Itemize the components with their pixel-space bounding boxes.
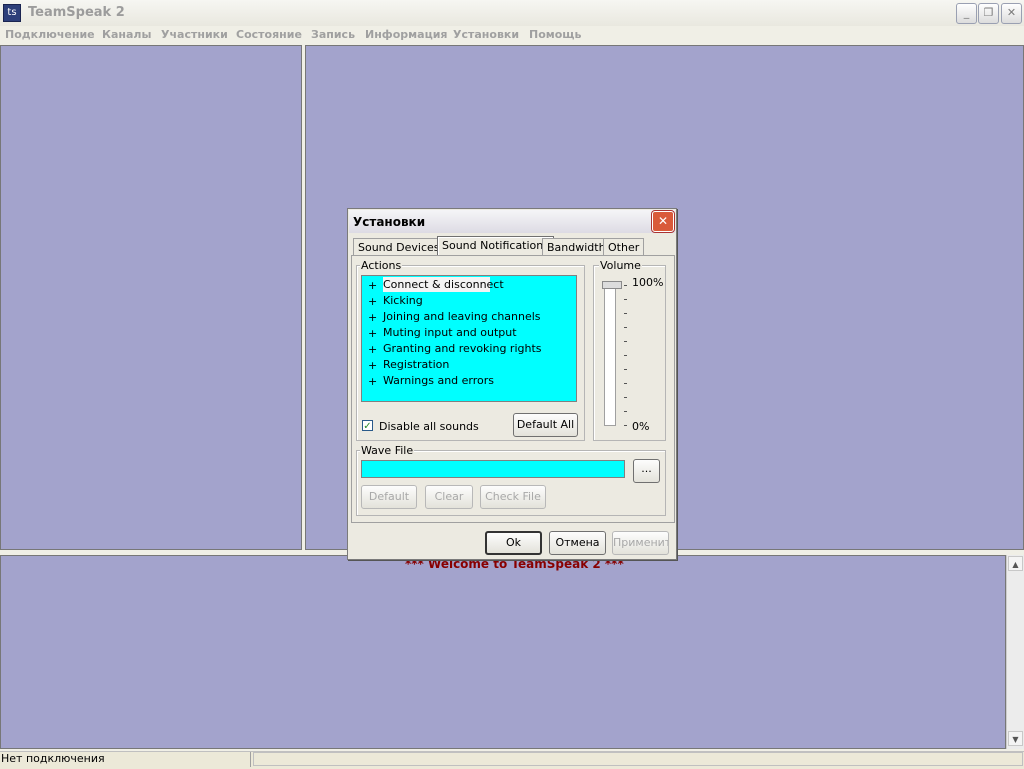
wave-file-label: Wave File — [360, 444, 415, 457]
action-item[interactable]: Granting and revoking rights — [383, 342, 542, 355]
volume-tick — [624, 369, 627, 370]
disable-all-sounds-checkbox[interactable]: ✓ — [362, 420, 373, 432]
chat-scrollbar[interactable]: ▲ ▼ — [1006, 555, 1024, 749]
volume-tick — [624, 299, 627, 300]
menu-participants[interactable]: Участники — [161, 28, 228, 41]
volume-label: Volume — [599, 259, 642, 272]
volume-tick — [624, 341, 627, 342]
volume-slider-track[interactable] — [604, 287, 616, 426]
volume-tick — [624, 355, 627, 356]
action-item[interactable]: Kicking — [383, 294, 423, 307]
tab-bandwidth[interactable]: Bandwidth — [542, 238, 611, 256]
menu-channels[interactable]: Каналы — [102, 28, 151, 41]
volume-tick — [624, 397, 627, 398]
status-divider — [250, 752, 251, 767]
expand-icon[interactable]: + — [368, 375, 377, 388]
menu-information[interactable]: Информация — [365, 28, 448, 41]
cancel-button[interactable]: Отмена — [549, 531, 606, 555]
volume-tick — [624, 411, 627, 412]
wave-file-input[interactable] — [361, 460, 625, 478]
menu-settings[interactable]: Установки — [453, 28, 519, 41]
dialog-close-icon[interactable]: ✕ — [652, 211, 674, 232]
menu-status[interactable]: Состояние — [236, 28, 302, 41]
teamspeak-icon[interactable]: ts — [3, 4, 21, 22]
menu-help[interactable]: Помощь — [529, 28, 581, 41]
volume-min-label: 0% — [632, 420, 650, 433]
channel-tree-pane[interactable] — [0, 45, 302, 550]
ok-button[interactable]: Ok — [485, 531, 542, 555]
volume-max-label: 100% — [632, 276, 664, 289]
volume-slider-thumb[interactable] — [602, 281, 622, 289]
chat-log-pane[interactable] — [0, 555, 1006, 749]
action-item[interactable]: Registration — [383, 358, 449, 371]
menu-connection[interactable]: Подключение — [5, 28, 95, 41]
scroll-up-icon[interactable]: ▲ — [1008, 556, 1023, 571]
close-button[interactable]: ✕ — [1001, 3, 1022, 24]
dialog-title: Установки — [353, 215, 426, 229]
tab-sound-devices[interactable]: Sound Devices — [353, 238, 445, 256]
check-file-button[interactable]: Check File — [480, 485, 546, 509]
expand-icon[interactable]: + — [368, 279, 377, 292]
minimize-button[interactable]: _ — [956, 3, 977, 24]
status-panel — [253, 752, 1023, 766]
browse-button[interactable]: ... — [633, 459, 660, 483]
menu-bar: Подключение Каналы Участники Состояние З… — [0, 26, 1024, 44]
default-button[interactable]: Default — [361, 485, 417, 509]
tab-other[interactable]: Other — [603, 238, 645, 256]
expand-icon[interactable]: + — [368, 311, 377, 324]
volume-tick — [624, 327, 627, 328]
tab-sound-notifications[interactable]: Sound Notifications — [437, 236, 554, 256]
connection-status: Нет подключения — [1, 752, 105, 765]
scroll-down-icon[interactable]: ▼ — [1008, 731, 1023, 746]
clear-button[interactable]: Clear — [425, 485, 473, 509]
volume-tick — [624, 383, 627, 384]
title-bar[interactable] — [0, 0, 1024, 26]
volume-tick — [624, 285, 627, 286]
action-item[interactable]: Joining and leaving channels — [383, 310, 541, 323]
disable-all-sounds-label[interactable]: Disable all sounds — [379, 420, 479, 433]
menu-record[interactable]: Запись — [311, 28, 355, 41]
action-item[interactable]: Muting input and output — [383, 326, 517, 339]
window-title: TeamSpeak 2 — [28, 5, 125, 20]
default-all-button[interactable]: Default All — [513, 413, 578, 437]
expand-icon[interactable]: + — [368, 359, 377, 372]
volume-tick — [624, 313, 627, 314]
restore-button[interactable]: ❐ — [978, 3, 999, 24]
action-item[interactable]: Warnings and errors — [383, 374, 494, 387]
volume-tick — [624, 425, 627, 426]
action-item[interactable]: Connect & disconnect — [383, 278, 504, 291]
apply-button[interactable]: Применить — [612, 531, 669, 555]
expand-icon[interactable]: + — [368, 327, 377, 340]
expand-icon[interactable]: + — [368, 343, 377, 356]
actions-label: Actions — [360, 259, 403, 272]
expand-icon[interactable]: + — [368, 295, 377, 308]
